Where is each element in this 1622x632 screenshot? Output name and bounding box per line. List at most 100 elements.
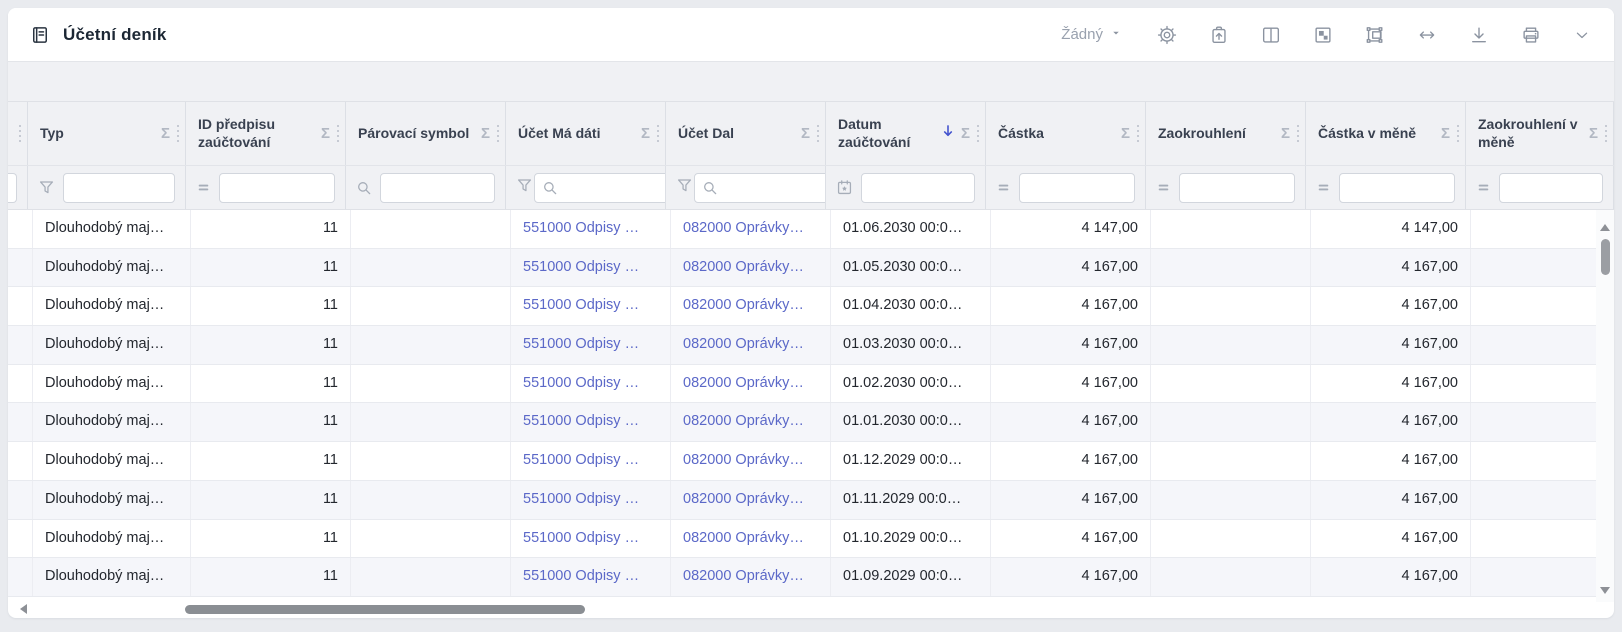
expand-width-button[interactable] <box>1414 22 1440 48</box>
column-resize-handle[interactable] <box>817 125 819 142</box>
table-row[interactable]: Dlouhodobý maj…11551000 Odpisy …082000 O… <box>8 249 1614 288</box>
layout-tiles-button[interactable] <box>1310 22 1336 48</box>
sum-icon[interactable]: Σ <box>321 125 330 142</box>
filter-input-ucet_ma_dati[interactable] <box>534 173 666 203</box>
fit-selection-button[interactable] <box>1362 22 1388 48</box>
column-resize-handle[interactable] <box>657 125 659 142</box>
filter-input-typ[interactable] <box>63 173 175 203</box>
table-row[interactable]: Dlouhodobý maj…11551000 Odpisy …082000 O… <box>8 558 1614 597</box>
vertical-scroll-thumb[interactable] <box>1601 239 1610 275</box>
view-mode-dropdown[interactable]: Žádný <box>1061 26 1122 44</box>
filter-input-parovaci_symbol[interactable] <box>380 173 495 203</box>
funnel-icon[interactable] <box>675 176 694 200</box>
sum-icon[interactable]: Σ <box>961 125 970 142</box>
calendar-icon[interactable] <box>835 178 854 197</box>
column-header-id_predpisu[interactable]: ID předpisu zaúčtováníΣ <box>186 102 346 165</box>
archive-button[interactable] <box>1206 22 1232 48</box>
filter-input-zaokrouhleni_v_mene[interactable] <box>1499 173 1603 203</box>
sum-icon[interactable]: Σ <box>1589 125 1598 142</box>
funnel-icon[interactable] <box>515 176 534 200</box>
equals-icon[interactable] <box>1475 179 1492 196</box>
account-link[interactable]: 551000 Odpisy … <box>523 336 639 352</box>
column-resize-handle[interactable] <box>177 125 179 142</box>
account-link[interactable]: 082000 Oprávky… <box>683 297 804 313</box>
filter-text-ucet_dal[interactable] <box>723 175 826 201</box>
settings-button[interactable] <box>1154 22 1180 48</box>
account-link[interactable]: 082000 Oprávky… <box>683 568 804 584</box>
column-header-ucet_dal[interactable]: Účet DalΣ <box>666 102 826 165</box>
sum-icon[interactable]: Σ <box>1121 125 1130 142</box>
account-link[interactable]: 551000 Odpisy … <box>523 375 639 391</box>
account-link[interactable]: 082000 Oprávky… <box>683 336 804 352</box>
account-link[interactable]: 551000 Odpisy … <box>523 413 639 429</box>
column-resize-handle[interactable] <box>1297 125 1299 142</box>
equals-icon[interactable] <box>995 179 1012 196</box>
filter-input-datum_zauctovani[interactable] <box>861 173 975 203</box>
account-link[interactable]: 082000 Oprávky… <box>683 220 804 236</box>
column-resize-handle[interactable] <box>497 125 499 142</box>
column-header-datum_zauctovani[interactable]: Datum zaúčtováníΣ <box>826 102 986 165</box>
table-row[interactable]: Dlouhodobý maj…11551000 Odpisy …082000 O… <box>8 403 1614 442</box>
filter-input-castka[interactable] <box>1019 173 1135 203</box>
filter-input-partial[interactable] <box>8 173 17 203</box>
filter-text-ucet_ma_dati[interactable] <box>563 175 666 201</box>
account-link[interactable]: 082000 Oprávky… <box>683 530 804 546</box>
table-row[interactable]: Dlouhodobý maj…11551000 Odpisy …082000 O… <box>8 210 1614 249</box>
account-link[interactable]: 082000 Oprávky… <box>683 259 804 275</box>
equals-icon[interactable] <box>1315 179 1332 196</box>
print-button[interactable] <box>1518 22 1544 48</box>
scroll-down-arrow[interactable] <box>1600 587 1610 594</box>
equals-icon[interactable] <box>195 179 212 196</box>
column-header-castka[interactable]: ČástkaΣ <box>986 102 1146 165</box>
split-view-button[interactable] <box>1258 22 1284 48</box>
account-link[interactable]: 082000 Oprávky… <box>683 491 804 507</box>
table-row[interactable]: Dlouhodobý maj…11551000 Odpisy …082000 O… <box>8 365 1614 404</box>
account-link[interactable]: 551000 Odpisy … <box>523 220 639 236</box>
filter-input-zaokrouhleni[interactable] <box>1179 173 1295 203</box>
table-row[interactable]: Dlouhodobý maj…11551000 Odpisy …082000 O… <box>8 287 1614 326</box>
column-header-zaokrouhleni[interactable]: ZaokrouhleníΣ <box>1146 102 1306 165</box>
magnifier-icon[interactable] <box>355 179 373 197</box>
filter-input-ucet_dal[interactable] <box>694 173 826 203</box>
table-row[interactable]: Dlouhodobý maj…11551000 Odpisy …082000 O… <box>8 481 1614 520</box>
horizontal-scroll-thumb[interactable] <box>185 605 585 614</box>
table-row[interactable]: Dlouhodobý maj…11551000 Odpisy …082000 O… <box>8 442 1614 481</box>
account-link[interactable]: 551000 Odpisy … <box>523 259 639 275</box>
account-link[interactable]: 551000 Odpisy … <box>523 297 639 313</box>
sum-icon[interactable]: Σ <box>801 125 810 142</box>
horizontal-scrollbar[interactable] <box>8 602 1596 616</box>
table-row[interactable]: Dlouhodobý maj…11551000 Odpisy …082000 O… <box>8 520 1614 559</box>
column-resize-handle[interactable] <box>19 125 21 142</box>
scroll-left-arrow[interactable] <box>20 604 27 614</box>
table-row[interactable]: Dlouhodobý maj…11551000 Odpisy …082000 O… <box>8 326 1614 365</box>
vertical-scrollbar[interactable] <box>1596 210 1614 602</box>
column-header-typ[interactable]: TypΣ <box>28 102 186 165</box>
download-button[interactable] <box>1466 22 1492 48</box>
column-header-castka_v_mene[interactable]: Částka v měněΣ <box>1306 102 1466 165</box>
column-resize-handle[interactable] <box>1457 125 1459 142</box>
sum-icon[interactable]: Σ <box>161 125 170 142</box>
funnel-icon[interactable] <box>37 178 56 197</box>
account-link[interactable]: 082000 Oprávky… <box>683 413 804 429</box>
column-resize-handle[interactable] <box>977 125 979 142</box>
column-resize-handle[interactable] <box>1137 125 1139 142</box>
column-header-ucet_ma_dati[interactable]: Účet Má dátiΣ <box>506 102 666 165</box>
equals-icon[interactable] <box>1155 179 1172 196</box>
scroll-up-arrow[interactable] <box>1600 224 1610 231</box>
account-link[interactable]: 551000 Odpisy … <box>523 568 639 584</box>
sum-icon[interactable]: Σ <box>641 125 650 142</box>
sum-icon[interactable]: Σ <box>1441 125 1450 142</box>
column-resize-handle[interactable] <box>337 125 339 142</box>
account-link[interactable]: 082000 Oprávky… <box>683 375 804 391</box>
account-link[interactable]: 551000 Odpisy … <box>523 452 639 468</box>
account-link[interactable]: 551000 Odpisy … <box>523 491 639 507</box>
account-link[interactable]: 551000 Odpisy … <box>523 530 639 546</box>
more-button[interactable] <box>1570 23 1594 47</box>
sum-icon[interactable]: Σ <box>1281 125 1290 142</box>
filter-input-id_predpisu[interactable] <box>219 173 335 203</box>
column-header-zaokrouhleni_v_mene[interactable]: Zaokrouhlení v měněΣ <box>1466 102 1614 165</box>
column-header-parovaci_symbol[interactable]: Párovací symbolΣ <box>346 102 506 165</box>
account-link[interactable]: 082000 Oprávky… <box>683 452 804 468</box>
filter-input-castka_v_mene[interactable] <box>1339 173 1455 203</box>
sum-icon[interactable]: Σ <box>481 125 490 142</box>
